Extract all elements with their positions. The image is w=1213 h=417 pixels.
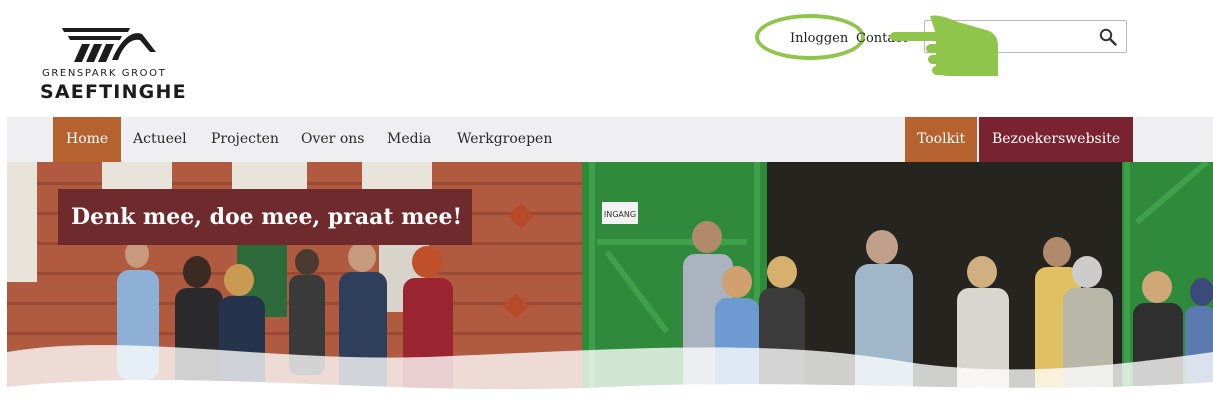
hero-banner-title: Denk mee, doe mee, praat mee! xyxy=(58,189,472,245)
login-link[interactable]: Inloggen xyxy=(790,31,848,46)
nav-home[interactable]: Home xyxy=(53,117,122,162)
logo-mark-icon xyxy=(62,28,156,62)
nav-actueel[interactable]: Actueel xyxy=(133,117,187,162)
nav-visitor-website[interactable]: Bezoekerswebsite xyxy=(979,117,1134,162)
main-navigation: Home Actueel Projecten Over ons Media We… xyxy=(7,117,1213,162)
nav-projecten[interactable]: Projecten xyxy=(211,117,279,162)
nav-werkgroepen[interactable]: Werkgroepen xyxy=(457,117,552,162)
site-logo[interactable]: GRENSPARK GROOT SAEFTINGHE xyxy=(40,24,190,104)
logo-text-top: GRENSPARK GROOT xyxy=(42,68,167,79)
search-icon[interactable] xyxy=(1099,28,1117,46)
search-input[interactable] xyxy=(933,27,1093,47)
nav-media[interactable]: Media xyxy=(387,117,431,162)
nav-over-ons[interactable]: Over ons xyxy=(301,117,364,162)
hero-section: INGANG Denk mee, doe mee, praat mee! xyxy=(7,162,1213,417)
logo-text-main: SAEFTINGHE xyxy=(40,81,187,103)
contact-link[interactable]: Contact xyxy=(856,31,926,46)
entrance-sign: INGANG xyxy=(604,210,636,219)
search-box xyxy=(924,20,1127,53)
nav-toolkit[interactable]: Toolkit xyxy=(905,117,978,162)
